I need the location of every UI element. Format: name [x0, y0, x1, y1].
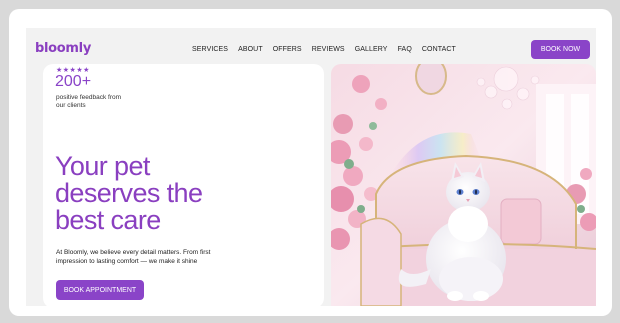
feedback-caption: positive feedback from our clients — [56, 94, 122, 109]
feedback-count: 200+ — [55, 73, 92, 90]
main-nav: SERVICES ABOUT OFFERS REVIEWS GALLERY FA… — [192, 46, 466, 54]
hero-description: At Bloomly, we believe every detail matt… — [56, 249, 211, 265]
nav-faq[interactable]: FAQ — [398, 46, 412, 54]
book-appointment-button[interactable]: BOOK APPOINTMENT — [56, 280, 144, 300]
brand-logo[interactable]: bloomly — [35, 41, 91, 56]
hero-headline: Your pet deserves the best care — [55, 151, 203, 235]
nav-gallery[interactable]: GALLERY — [355, 46, 388, 54]
book-now-button[interactable]: BOOK NOW — [531, 40, 590, 59]
nav-services[interactable]: SERVICES — [192, 46, 228, 54]
nav-contact[interactable]: CONTACT — [422, 46, 456, 54]
browser-frame: bloomly SERVICES ABOUT OFFERS REVIEWS GA… — [9, 9, 612, 316]
nav-reviews[interactable]: REVIEWS — [312, 46, 345, 54]
nav-about[interactable]: ABOUT — [238, 46, 263, 54]
landing-page: bloomly SERVICES ABOUT OFFERS REVIEWS GA… — [26, 28, 596, 306]
hero-card: ★★★★★ 200+ positive feedback from our cl… — [43, 64, 324, 306]
hero-image — [331, 64, 596, 306]
nav-offers[interactable]: OFFERS — [273, 46, 302, 54]
